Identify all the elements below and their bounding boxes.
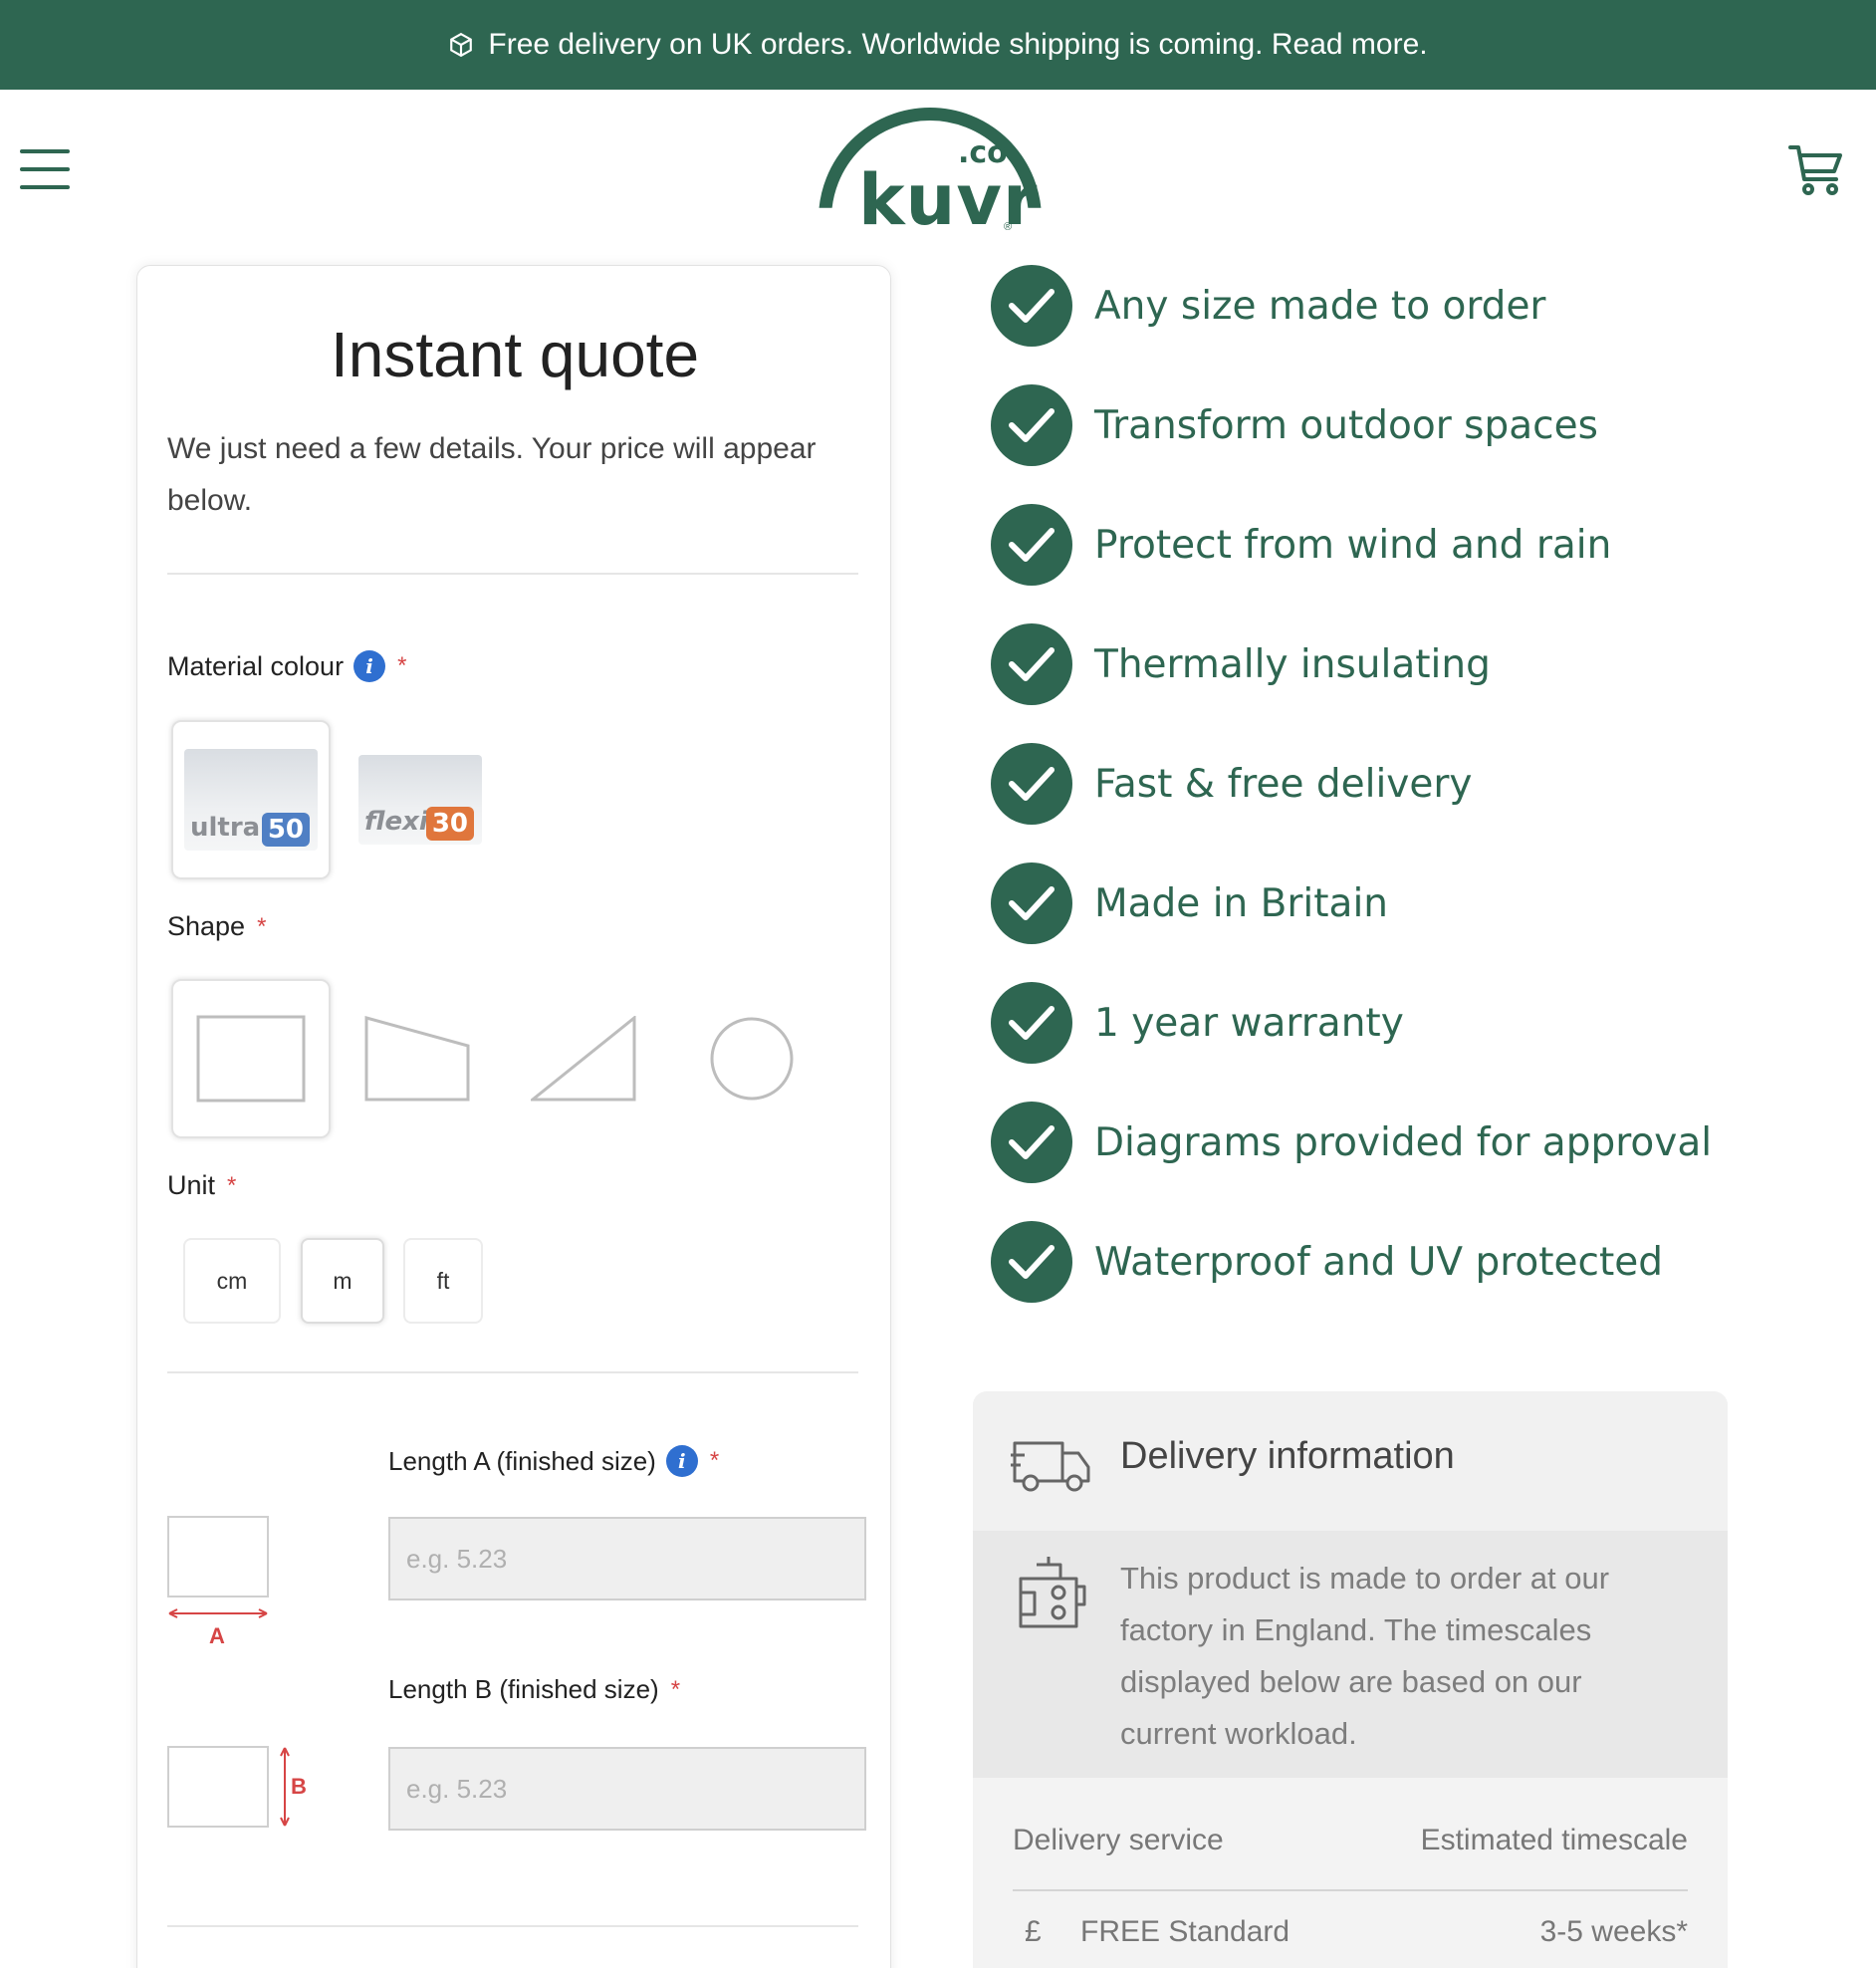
delivery-service-header: Delivery service xyxy=(1013,1824,1224,1856)
unit-label: Unit * xyxy=(167,1170,237,1200)
box-icon xyxy=(450,32,473,58)
pound-icon: £ xyxy=(1025,1915,1042,1948)
unit-option-cm[interactable]: cm xyxy=(183,1238,281,1324)
check-icon xyxy=(991,862,1072,944)
estimated-timescale-header: Estimated timescale xyxy=(1420,1824,1688,1856)
check-icon xyxy=(991,1221,1072,1303)
quote-title: Instant quote xyxy=(330,319,700,390)
trapezoid-shape-icon xyxy=(364,1016,470,1102)
announcement-bar[interactable]: Free delivery on UK orders. Worldwide sh… xyxy=(0,0,1876,90)
check-icon xyxy=(991,1102,1072,1183)
rectangle-shape-icon xyxy=(196,1015,306,1103)
length-a-input[interactable] xyxy=(388,1517,866,1600)
required-mark: * xyxy=(227,1171,237,1199)
required-mark: * xyxy=(670,1675,681,1703)
unit-option-m[interactable]: m xyxy=(301,1238,384,1324)
material-colour-label: Material colour i * xyxy=(167,650,407,682)
shape-option-rectangle[interactable] xyxy=(171,979,331,1138)
delivery-timescale: 3-5 weeks* xyxy=(1539,1915,1688,1948)
delivery-van-icon xyxy=(1011,1441,1090,1492)
shape-option-trapezoid[interactable] xyxy=(338,979,497,1138)
feature-item: 1 year warranty xyxy=(991,982,1404,1064)
required-mark: * xyxy=(397,652,407,679)
check-icon xyxy=(991,265,1072,347)
triangle-shape-icon xyxy=(531,1016,636,1102)
length-a-letter: A xyxy=(209,1623,225,1645)
required-mark: * xyxy=(709,1447,720,1474)
material-image: ultra 50 xyxy=(184,749,318,851)
check-icon xyxy=(991,982,1072,1064)
logo-registered-mark: ® xyxy=(1004,221,1013,233)
check-icon xyxy=(991,384,1072,466)
material-image: flexi 30 xyxy=(358,755,482,845)
logo[interactable]: .co kuvr ® xyxy=(815,108,1050,241)
feature-item: Made in Britain xyxy=(991,862,1388,944)
length-b-label: Length B (finished size) * xyxy=(388,1674,681,1704)
instant-quote-card: Instant quote We just need a few details… xyxy=(136,265,891,1968)
feature-item: Waterproof and UV protected xyxy=(991,1221,1663,1303)
feature-item: Fast & free delivery xyxy=(991,743,1472,825)
unit-option-ft[interactable]: ft xyxy=(403,1238,483,1324)
divider xyxy=(1013,1889,1688,1891)
feature-item: Any size made to order xyxy=(991,265,1545,347)
required-mark: * xyxy=(257,912,267,940)
shape-label: Shape * xyxy=(167,911,267,941)
length-b-input[interactable] xyxy=(388,1747,866,1831)
menu-icon[interactable] xyxy=(20,149,70,189)
feature-item: Protect from wind and rain xyxy=(991,504,1611,586)
cart-icon[interactable] xyxy=(1786,139,1846,199)
check-icon xyxy=(991,743,1072,825)
length-a-diagram: A xyxy=(167,1516,269,1645)
circle-shape-icon xyxy=(710,1017,794,1101)
check-icon xyxy=(991,504,1072,586)
delivery-title: Delivery information xyxy=(1120,1435,1455,1477)
divider xyxy=(167,1371,858,1373)
delivery-header[interactable]: Delivery information xyxy=(973,1391,1728,1531)
delivery-note-text: This product is made to order at our fac… xyxy=(1120,1561,1610,1751)
divider xyxy=(167,573,858,575)
feature-item: Thermally insulating xyxy=(991,623,1491,705)
length-b-diagram: B xyxy=(167,1746,307,1828)
quote-subtitle: We just need a few details. Your price w… xyxy=(167,432,817,517)
delivery-service-name: FREE Standard xyxy=(1080,1915,1290,1948)
info-icon[interactable]: i xyxy=(353,650,386,682)
shape-option-circle[interactable] xyxy=(672,979,831,1138)
divider xyxy=(167,1925,858,1927)
length-b-letter: B xyxy=(291,1774,307,1799)
length-a-label: Length A (finished size) i * xyxy=(388,1445,720,1477)
site-header: .co kuvr ® xyxy=(0,90,1876,249)
shape-option-triangle[interactable] xyxy=(505,979,664,1138)
material-option-flexi-30[interactable]: flexi 30 xyxy=(341,720,500,879)
delivery-note: This product is made to order at our fac… xyxy=(973,1531,1728,1778)
check-icon xyxy=(991,623,1072,705)
delivery-information-panel: Delivery information This product is mad… xyxy=(973,1391,1728,1968)
material-option-ultra-50[interactable]: ultra 50 xyxy=(171,720,331,879)
feature-item: Transform outdoor spaces xyxy=(991,384,1598,466)
announcement-text: Free delivery on UK orders. Worldwide sh… xyxy=(488,28,1428,61)
feature-item: Diagrams provided for approval xyxy=(991,1102,1712,1183)
sewing-machine-icon xyxy=(1019,1557,1086,1628)
info-icon[interactable]: i xyxy=(665,1445,698,1477)
